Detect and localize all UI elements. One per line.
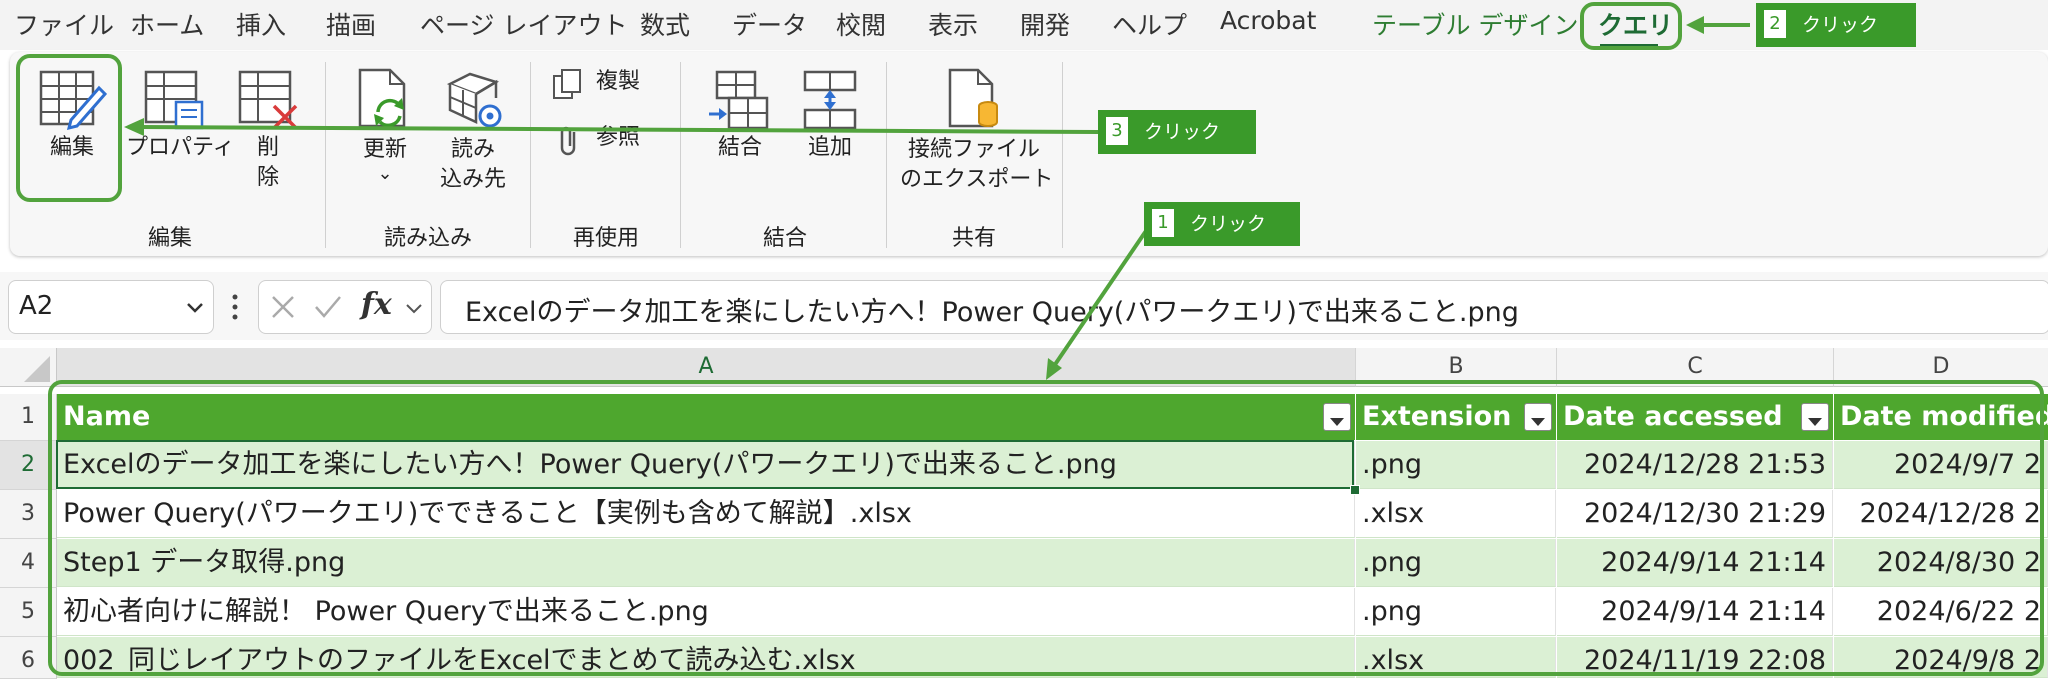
append-label: 追加 — [807, 135, 852, 160]
menu-help[interactable]: ヘルプ — [1112, 6, 1187, 42]
chevron-down-icon[interactable] — [185, 301, 205, 315]
callout-text: クリック — [1190, 213, 1267, 235]
menu-table-design[interactable]: テーブル デザイン — [1372, 6, 1578, 42]
callout-2: 2 クリック — [1756, 3, 1916, 47]
properties-icon — [144, 70, 204, 130]
menu-file[interactable]: ファイル — [14, 6, 114, 42]
refresh-icon — [358, 68, 406, 128]
load-to-label-1: 読み — [450, 137, 495, 162]
menu-draw[interactable]: 描画 — [326, 6, 376, 42]
name-box[interactable]: A2 — [8, 280, 214, 334]
delete-icon — [238, 70, 298, 130]
menu-formulas[interactable]: 数式 — [640, 6, 690, 42]
reference-label: 参照 — [596, 125, 641, 150]
merge-label: 結合 — [717, 135, 762, 160]
highlight-query-tab — [1580, 2, 1682, 50]
callout-1: 1 クリック — [1144, 202, 1300, 246]
export-label-2: のエクスポート — [900, 167, 1054, 192]
callout-text: クリック — [1802, 14, 1879, 36]
export-file-icon — [948, 68, 998, 128]
chevron-down-icon[interactable] — [405, 303, 423, 315]
select-all-corner[interactable] — [0, 348, 57, 387]
delete-button[interactable]: 削 除 — [228, 66, 308, 206]
load-to-icon — [446, 72, 502, 128]
menu-view[interactable]: 表示 — [928, 6, 978, 42]
reference-button[interactable]: 参照 — [552, 122, 662, 160]
cancel-icon[interactable] — [269, 293, 297, 321]
menu-insert[interactable]: 挿入 — [236, 6, 286, 42]
group-label-load: 読み込み — [383, 226, 472, 251]
delete-label-2: 除 — [256, 165, 279, 190]
properties-label: プロパティ — [126, 135, 235, 160]
refresh-dropdown-icon[interactable]: ⌄ — [350, 158, 420, 190]
append-icon — [803, 70, 857, 130]
load-to-label-2: 込み先 — [439, 167, 506, 192]
merge-icon — [709, 70, 769, 130]
refresh-button[interactable]: 更新 ⌄ — [350, 66, 420, 206]
group-separator — [680, 62, 681, 248]
group-label-reuse: 再使用 — [572, 226, 639, 251]
load-to-button[interactable]: 読み 込み先 — [430, 66, 516, 206]
merge-button[interactable]: 結合 — [700, 66, 780, 176]
group-label-combine: 結合 — [762, 226, 807, 251]
menu-page-layout[interactable]: ページ レイアウト — [420, 6, 627, 42]
formula-controls: fx — [258, 280, 432, 334]
callout-number: 2 — [1764, 10, 1786, 38]
export-label-1: 接続ファイル — [907, 137, 1040, 162]
group-separator — [886, 62, 887, 248]
group-label-share: 共有 — [951, 226, 996, 251]
more-options-icon[interactable] — [230, 292, 240, 322]
group-separator — [325, 62, 326, 248]
group-separator — [1062, 62, 1063, 248]
group-label-edit: 編集 — [147, 226, 192, 251]
insert-function-icon[interactable]: fx — [361, 287, 392, 322]
delete-label-1: 削 — [256, 135, 279, 160]
export-connection-button[interactable]: 接続ファイル のエクスポート — [900, 66, 1054, 206]
menu-data[interactable]: データ — [732, 6, 807, 42]
duplicate-label: 複製 — [596, 69, 641, 94]
callout-text: クリック — [1144, 121, 1221, 143]
menu-acrobat[interactable]: Acrobat — [1220, 6, 1316, 35]
highlight-edit-button — [16, 54, 122, 202]
callout-number: 3 — [1106, 117, 1128, 145]
highlight-table — [48, 380, 2044, 676]
menu-home[interactable]: ホーム — [130, 6, 204, 42]
append-button[interactable]: 追加 — [790, 66, 870, 176]
menu-developer[interactable]: 開発 — [1020, 6, 1070, 42]
duplicate-button[interactable]: 複製 — [552, 66, 662, 104]
properties-button[interactable]: プロパティ — [126, 66, 235, 176]
callout-number: 1 — [1152, 209, 1174, 237]
duplicate-icon — [553, 69, 581, 99]
menu-review[interactable]: 校閲 — [836, 6, 886, 42]
formula-input[interactable]: Excelのデータ加工を楽にしたい方へ！Power Query(パワークエリ)で… — [440, 280, 2048, 334]
group-separator — [530, 62, 531, 248]
name-box-value: A2 — [19, 291, 54, 321]
formula-content: Excelのデータ加工を楽にしたい方へ！Power Query(パワークエリ)で… — [465, 297, 1519, 328]
enter-check-icon[interactable] — [313, 293, 343, 321]
callout-3: 3 クリック — [1098, 110, 1256, 154]
paperclip-icon — [560, 126, 576, 156]
